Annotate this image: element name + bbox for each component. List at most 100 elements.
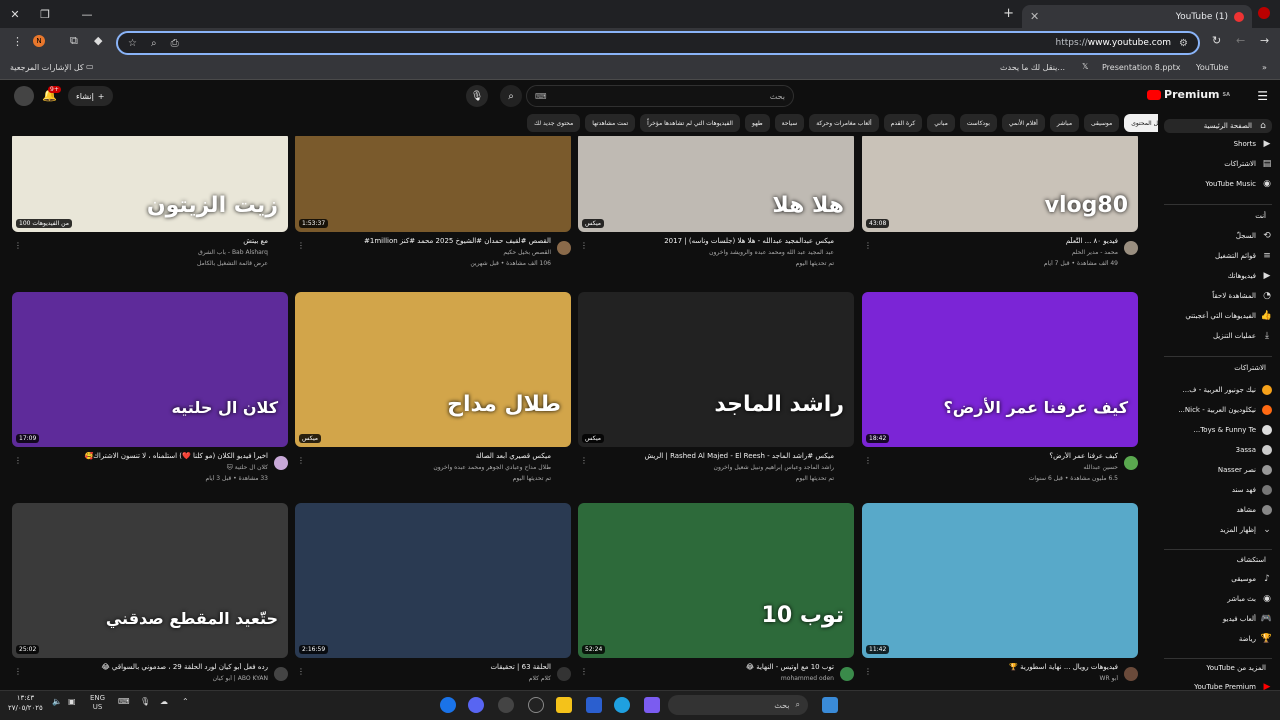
video-card[interactable]: راشد الماجد ميكس ⋮ ميكس #راشد الماجد - Rash…	[578, 292, 854, 484]
sidebar-item[interactable]: ▶ Shorts	[1164, 139, 1272, 149]
sidebar-item[interactable]: ♪ موسيقى	[1164, 574, 1272, 584]
sidebar-item[interactable]: 👍 الفيديوهات التي أعجبتني	[1164, 311, 1272, 321]
channel-name[interactable]: راشد الماجد وعباس إبراهيم ونبيل شعيل وآخ…	[578, 464, 854, 473]
browser-tab[interactable]: (1) YouTube ✕	[1022, 5, 1252, 28]
file-explorer-taskbar-icon[interactable]	[556, 697, 572, 713]
more-actions-icon[interactable]: ⋮	[297, 667, 305, 676]
sidebar-item[interactable]: ◉ YouTube Music	[1164, 179, 1272, 189]
channel-name[interactable]: كلام كلام	[295, 675, 571, 684]
video-title[interactable]: رده فعل أبو كيان لورد الحلقة 29 ، صدموني…	[12, 663, 288, 673]
minimize-window-icon[interactable]: —	[72, 0, 102, 28]
video-card[interactable]: زيت الزيتون 100 من الفيديوهات ⋮ مع بيتش Bab …	[12, 136, 288, 269]
video-card[interactable]: طلال مداح ميكس ⋮ ميكس قصيري أبعد الصالة طلال…	[295, 292, 571, 484]
channel-name[interactable]: ABO KYAN | أبو كيان	[12, 675, 288, 684]
puzzle-icon[interactable]: ◆	[94, 34, 102, 47]
video-thumbnail[interactable]: 1:53:37	[295, 136, 571, 232]
video-thumbnail[interactable]: توب 10 52:24	[578, 503, 854, 658]
start-button-icon[interactable]	[822, 697, 838, 713]
filter-chip[interactable]: موسيقى	[1084, 114, 1120, 132]
video-thumbnail[interactable]: راشد الماجد ميكس	[578, 292, 854, 447]
channel-name[interactable]: طلال مداح وعبادي الجوهر ومحمد عبده وآخرو…	[295, 464, 571, 473]
sidebar-item[interactable]: ⌂ الصفحة الرئيسية	[1164, 119, 1272, 133]
video-card[interactable]: كلان ال حلتيه 17:09 ⋮ اخيراً فيديو الكلان (…	[12, 292, 288, 484]
video-title[interactable]: كيف عرفنا عمر الأرض؟	[862, 452, 1138, 462]
video-title[interactable]: توب 10 مع اوتيس - النهاية 😂	[578, 663, 854, 673]
menu-dots-icon[interactable]: ⋮	[12, 35, 23, 48]
bookmark-youtube[interactable]: YouTube	[1196, 63, 1229, 72]
keyboard-icon[interactable]: ⌨	[535, 92, 547, 101]
video-title[interactable]: فيديو ٨٠ ... التَّعلُّم	[862, 237, 1138, 247]
close-window-icon[interactable]: ✕	[0, 0, 30, 28]
sidebar-item[interactable]: ▤ الاشتراكات	[1164, 159, 1272, 169]
back-icon[interactable]: →	[1260, 34, 1269, 47]
video-title[interactable]: ميكس قصيري أبعد الصالة	[295, 452, 571, 462]
more-actions-icon[interactable]: ⋮	[864, 667, 872, 676]
sidebar-section-header[interactable]: المزيد من YouTube	[1206, 664, 1266, 672]
more-actions-icon[interactable]: ⋮	[14, 241, 22, 250]
extensions-icon[interactable]: ⧉	[70, 34, 78, 48]
video-card[interactable]: توب 10 52:24 ⋮ توب 10 مع اوتيس - النهاية 😂 m…	[578, 503, 854, 690]
sidebar-item[interactable]: نيكلوديون العربية - Nick...	[1164, 405, 1272, 415]
channel-avatar[interactable]	[1124, 456, 1138, 470]
video-title[interactable]: اخيراً فيديو الكلان (مو كلنا ❤️) استلمنا…	[12, 452, 288, 462]
video-thumbnail[interactable]: كيف عرفنا عمر الأرض؟ 18:42	[862, 292, 1138, 447]
sidebar-item[interactable]: نصر Nasser	[1164, 465, 1272, 475]
channel-avatar[interactable]	[557, 241, 571, 255]
filter-chip[interactable]: ألعاب مغامرات وحركة	[809, 114, 879, 132]
video-thumbnail[interactable]: طلال مداح ميكس	[295, 292, 571, 447]
channel-name[interactable]: محمد - مدير الحلم	[862, 249, 1138, 258]
store-taskbar-icon[interactable]	[586, 697, 602, 713]
more-actions-icon[interactable]: ⋮	[14, 667, 22, 676]
site-settings-icon[interactable]: ⚙	[1179, 38, 1188, 49]
video-card[interactable]: 2:16:59 ⋮ الحلقة 63 | تحقيقات كلام كلام	[295, 503, 571, 690]
taskbar-clock[interactable]: ١٣:٤٣ ٢٧/٠٥/٢٠٢٥	[8, 693, 43, 713]
youtube-logo[interactable]: Premium SA	[1147, 88, 1230, 101]
channel-avatar[interactable]	[1124, 667, 1138, 681]
video-thumbnail[interactable]: كلان ال حلتيه 17:09	[12, 292, 288, 447]
taskbar-search[interactable]: بحث ⌕	[668, 695, 808, 715]
sidebar-item[interactable]: فهد سند	[1164, 485, 1272, 495]
discord-taskbar-icon[interactable]	[468, 697, 484, 713]
search-button[interactable]: ⌕	[500, 85, 522, 107]
video-card[interactable]: كيف عرفنا عمر الأرض؟ 18:42 ⋮ كيف عرفنا عمر …	[862, 292, 1138, 484]
profile-avatar[interactable]: N	[33, 35, 45, 47]
search-input[interactable]: بحث ⌨	[526, 85, 794, 107]
sidebar-item[interactable]: ⌄ إظهار المزيد	[1164, 525, 1272, 535]
channel-avatar[interactable]	[1124, 241, 1138, 255]
video-thumbnail[interactable]: vlog80 43:08	[862, 136, 1138, 232]
speaker-icon[interactable]: 🔈	[52, 697, 62, 706]
filter-chip[interactable]: سياحة	[774, 114, 805, 132]
forward-icon[interactable]: ←	[1236, 34, 1245, 47]
bookmarks-more-icon[interactable]: »	[1262, 63, 1267, 72]
keyboard-tray-icon[interactable]: ⌨	[118, 697, 130, 706]
more-actions-icon[interactable]: ⋮	[580, 241, 588, 250]
filter-chip[interactable]: تمت مشاهدتها	[585, 114, 636, 132]
bookmark-presentation[interactable]: Presentation 8.pptx	[1102, 63, 1180, 72]
video-card[interactable]: 1:53:37 ⋮ القصص #لقيف حمدان #الشيوخ 2025 م…	[295, 136, 571, 269]
video-card[interactable]: هلا هلا ميكس ⋮ ميكس عبدالمجيد عبدالله - هلا…	[578, 136, 854, 269]
filter-chip[interactable]: مباني	[927, 114, 955, 132]
more-actions-icon[interactable]: ⋮	[14, 456, 22, 465]
sidebar-item[interactable]: Toys & Funny Te...	[1164, 425, 1272, 435]
filter-chip[interactable]: مباشر	[1049, 114, 1080, 132]
video-title[interactable]: ميكس #راشد الماجد - Rashed Al Majed - El…	[578, 452, 854, 462]
video-thumbnail[interactable]: 11:42	[862, 503, 1138, 658]
filter-chip[interactable]: أفلام الأنمي	[1001, 114, 1045, 132]
settings-taskbar-icon[interactable]	[498, 697, 514, 713]
video-title[interactable]: ميكس عبدالمجيد عبدالله - هلا هلا (جلسات …	[578, 237, 854, 247]
video-thumbnail[interactable]: هلا هلا ميكس	[578, 136, 854, 232]
sidebar-item[interactable]: 3assa	[1164, 445, 1272, 455]
video-card[interactable]: حتّعيد المقطع صدقني 25:02 ⋮ رده فعل أبو كيا…	[12, 503, 288, 690]
channel-name[interactable]: عبد المجيد عبد الله ومحمد عبده والرويشد …	[578, 249, 854, 258]
mic-tray-icon[interactable]: 🎙	[140, 697, 150, 706]
sidebar-section-header[interactable]: أنت	[1255, 212, 1266, 220]
sidebar-item[interactable]: ≡ قوائم التشغيل	[1164, 251, 1272, 261]
hamburger-menu-icon[interactable]: ☰	[1257, 89, 1268, 103]
omnibox[interactable]: ☆ ⌕ ⎙ https://www.youtube.com ⚙	[116, 31, 1200, 55]
video-title[interactable]: فيديوهات رويال ... نهاية اسطورية 🏆	[862, 663, 1138, 673]
close-tab-icon[interactable]: ✕	[1030, 10, 1039, 23]
filter-chip[interactable]: محتوى جديد لك	[527, 114, 581, 132]
sidebar-item[interactable]: نيك جونيور العربية - ف...	[1164, 385, 1272, 395]
all-bookmarks-link[interactable]: كل الإشارات المرجعية	[10, 63, 84, 72]
video-thumbnail[interactable]: 2:16:59	[295, 503, 571, 658]
